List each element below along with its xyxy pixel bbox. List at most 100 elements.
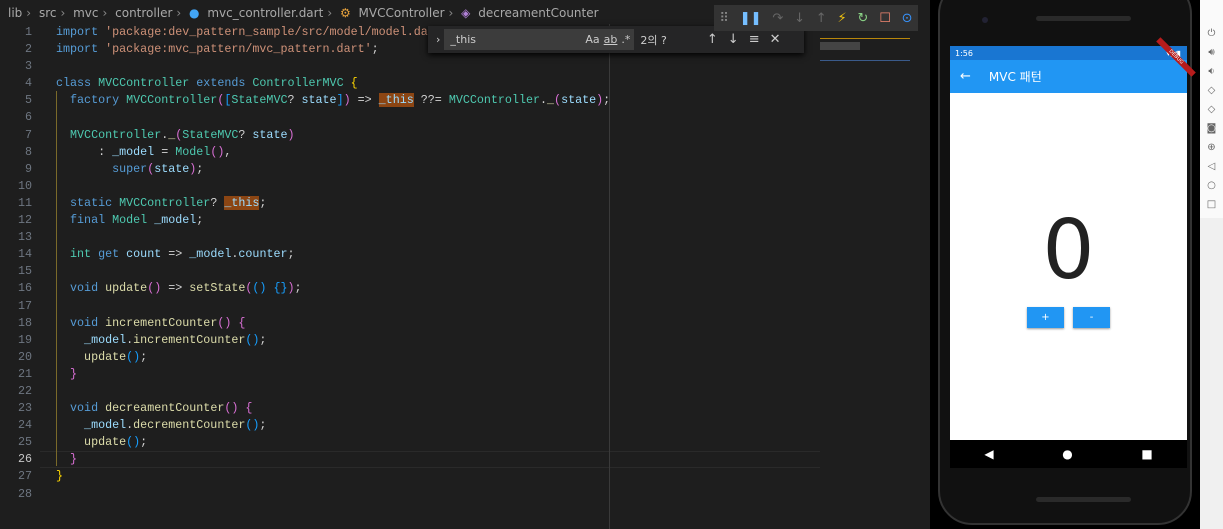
code-token: }	[56, 469, 63, 483]
line-number: 9	[0, 161, 32, 178]
rotate-right-icon[interactable]: ◇	[1208, 104, 1216, 115]
breadcrumb-item[interactable]: controller	[115, 6, 172, 20]
code-token: ()	[126, 435, 140, 449]
restart-icon[interactable]: ↻	[857, 11, 868, 26]
code-token: get	[98, 247, 126, 261]
find-input[interactable]: _this Aa ab .*	[444, 29, 634, 50]
app-title: MVC 패턴	[989, 68, 1042, 85]
find-in-selection-icon[interactable]: ≡	[749, 32, 760, 47]
home-icon[interactable]: ○	[1207, 180, 1216, 191]
line-text: update();	[56, 349, 147, 366]
whole-word-button[interactable]: ab	[604, 33, 618, 46]
line-number: 12	[0, 212, 32, 229]
code-token: state	[561, 93, 596, 107]
line-number: 24	[0, 417, 32, 434]
code-token: {	[351, 76, 358, 90]
code-token: {	[245, 401, 252, 415]
code-token: ;	[140, 435, 147, 449]
line-number: 1	[0, 24, 32, 41]
line-number: 10	[0, 178, 32, 195]
zoom-icon[interactable]: ⊕	[1207, 142, 1215, 153]
line-text: void incrementCounter() {	[56, 315, 245, 332]
line-text: final Model _model;	[56, 212, 203, 229]
step-out-icon[interactable]: ↑	[816, 11, 827, 26]
line-number: 3	[0, 58, 32, 75]
recents-icon[interactable]: ■	[1141, 447, 1152, 461]
line-number: 16	[0, 280, 32, 297]
find-result-count: 2의 ?	[640, 32, 666, 48]
devtools-search-icon[interactable]: ⊙	[902, 11, 913, 26]
next-match-icon[interactable]: ↓	[728, 32, 739, 47]
breadcrumb-item[interactable]: src	[39, 6, 57, 20]
line-number: 25	[0, 434, 32, 451]
power-icon[interactable]: ⏻	[1208, 28, 1216, 39]
breadcrumb-item[interactable]: lib	[8, 6, 22, 20]
stop-icon[interactable]: ☐	[879, 11, 891, 26]
match-case-button[interactable]: Aa	[585, 33, 599, 46]
code-token: class	[56, 76, 98, 90]
code-token: :	[56, 145, 112, 159]
code-token: _this	[224, 196, 259, 210]
code-token: )	[288, 281, 295, 295]
minimap[interactable]	[820, 30, 920, 70]
class-icon: ⚙	[340, 6, 351, 20]
code-token: import	[56, 42, 105, 56]
drag-handle-icon[interactable]: ⠿	[719, 11, 729, 26]
volume-up-icon[interactable]: 🔊︎	[1208, 47, 1214, 58]
line-number: 11	[0, 195, 32, 212]
line-text: _model.decrementCounter();	[56, 417, 266, 434]
pause-icon[interactable]: ❚❚	[740, 11, 762, 26]
code-token: update	[56, 435, 126, 449]
close-icon[interactable]: ✕	[770, 32, 781, 47]
code-token: {	[238, 316, 245, 330]
line-number: 20	[0, 349, 32, 366]
regex-button[interactable]: .*	[621, 33, 630, 46]
rotate-left-icon[interactable]: ◇	[1208, 85, 1216, 96]
back-icon[interactable]: ◁	[1208, 161, 1216, 172]
code-token: _this	[379, 93, 414, 107]
code-token: ()	[217, 316, 238, 330]
code-token: ControllerMVC	[252, 76, 350, 90]
code-token: ()	[126, 350, 140, 364]
hot-reload-icon[interactable]: ⚡	[838, 11, 847, 26]
code-token: decreamentCounter	[105, 401, 224, 415]
code-token: extends	[196, 76, 252, 90]
code-token: StateMVC	[182, 128, 238, 142]
code-token: =>	[161, 281, 189, 295]
code-token: _model	[56, 333, 126, 347]
breadcrumb-item[interactable]: mvc	[73, 6, 98, 20]
code-token: void	[56, 316, 105, 330]
code-token: {}	[266, 281, 287, 295]
line-number: 22	[0, 383, 32, 400]
code-token: ()	[245, 418, 259, 432]
code-token: ;	[295, 281, 302, 295]
code-token: =>	[161, 247, 189, 261]
code-token: ]	[337, 93, 344, 107]
code-token: state	[252, 128, 287, 142]
back-arrow-icon[interactable]: ←	[960, 69, 971, 84]
decrement-button[interactable]: -	[1073, 307, 1110, 328]
screenshot-icon[interactable]: ◙	[1207, 123, 1217, 134]
overview-icon[interactable]: □	[1207, 199, 1216, 210]
breadcrumb-item[interactable]: mvc_controller.dart	[207, 6, 323, 20]
app-bar: ← MVC 패턴	[950, 60, 1187, 93]
breadcrumb-item[interactable]: MVCController	[359, 6, 445, 20]
status-bar: 1:56▾◢▮	[950, 46, 1187, 60]
previous-match-icon[interactable]: ↑	[707, 32, 718, 47]
dart-file-icon: ●	[189, 6, 199, 20]
breadcrumb-item[interactable]: decreamentCounter	[478, 6, 598, 20]
increment-button[interactable]: +	[1027, 307, 1064, 328]
back-icon[interactable]: ◀	[984, 447, 993, 461]
home-icon[interactable]: ●	[1062, 447, 1072, 461]
code-token: ,	[224, 145, 231, 159]
line-number: 13	[0, 229, 32, 246]
breadcrumb: lib› src› mvc› controller› ● mvc_control…	[8, 6, 603, 20]
step-into-icon[interactable]: ↓	[794, 11, 805, 26]
volume-down-icon[interactable]: 🔉︎	[1208, 66, 1214, 77]
code-token: incrementCounter	[105, 316, 217, 330]
code-editor: lib› src› mvc› controller› ● mvc_control…	[0, 0, 930, 529]
step-over-icon[interactable]: ↷	[772, 11, 783, 26]
code-token: ??=	[414, 93, 449, 107]
toggle-replace-chevron-icon[interactable]: ›	[436, 33, 440, 46]
code-token: count	[126, 247, 161, 261]
